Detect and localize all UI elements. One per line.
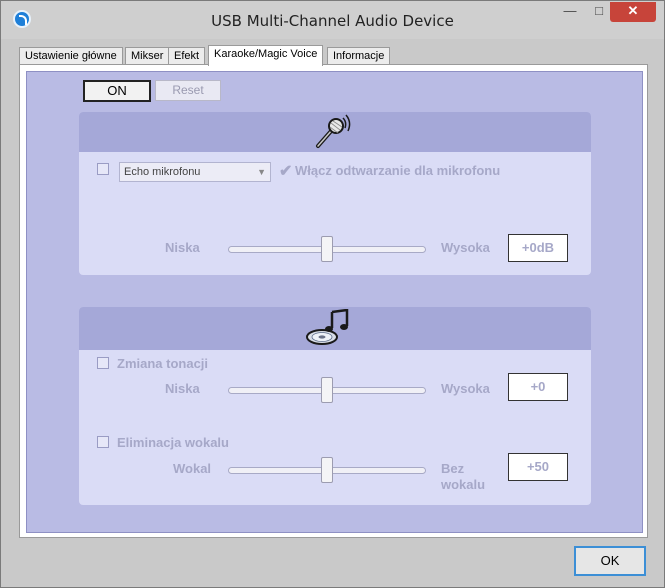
karaoke-content: ON Reset Echo mikrofonu ▼ ✔ Włącz odtwar… (26, 71, 643, 533)
echo-select-value: Echo mikrofonu (124, 166, 201, 178)
title-bar[interactable]: USB Multi-Channel Audio Device — □ ✕ (1, 1, 664, 39)
vocal-slider[interactable] (228, 457, 426, 483)
pitch-value-display: +0 (508, 373, 568, 401)
echo-select[interactable]: Echo mikrofonu ▼ (119, 162, 271, 182)
playback-label: Włącz odtwarzanie dla mikrofonu (295, 163, 501, 178)
mic-slider-low-label: Niska (165, 240, 200, 255)
tab-mikser[interactable]: Mikser (125, 47, 170, 65)
on-button[interactable]: ON (83, 80, 151, 102)
tab-ustawienie-glowne[interactable]: Ustawienie główne (19, 47, 123, 65)
music-panel: Zmiana tonacji Niska Wysoka +0 Eliminacj… (79, 307, 591, 505)
close-button[interactable]: ✕ (610, 2, 656, 22)
mic-level-slider[interactable] (228, 236, 426, 262)
pitch-checkbox[interactable] (97, 357, 109, 369)
vocal-label: Eliminacja wokalu (117, 435, 229, 450)
slider-thumb[interactable] (321, 457, 333, 483)
minimize-button[interactable]: — (556, 2, 584, 22)
checkmark-icon[interactable]: ✔ (279, 161, 292, 181)
pitch-high-label: Wysoka (441, 381, 490, 396)
vocal-low-label: Wokal (173, 461, 212, 476)
pitch-low-label: Niska (165, 381, 200, 396)
app-window: USB Multi-Channel Audio Device — □ ✕ Ust… (0, 0, 665, 588)
slider-thumb[interactable] (321, 236, 333, 262)
maximize-button[interactable]: □ (585, 2, 613, 22)
vocal-high-label-line2: wokalu (441, 477, 486, 492)
music-cd-icon (306, 309, 349, 345)
tab-content-frame: ON Reset Echo mikrofonu ▼ ✔ Włącz odtwar… (19, 64, 648, 538)
music-panel-header (79, 307, 591, 350)
microphone-panel: Echo mikrofonu ▼ ✔ Włącz odtwarzanie dla… (79, 112, 591, 275)
vocal-high-label-line1: Bez (441, 461, 465, 476)
microphone-icon (316, 114, 351, 148)
pitch-slider[interactable] (228, 377, 426, 403)
mic-slider-high-label: Wysoka (441, 240, 490, 255)
pitch-label: Zmiana tonacji (117, 356, 209, 371)
tab-informacje[interactable]: Informacje (327, 47, 391, 65)
tab-efekt[interactable]: Efekt (168, 47, 206, 65)
vocal-checkbox[interactable] (97, 436, 109, 448)
mic-value-display: +0dB (508, 234, 568, 262)
ok-button[interactable]: OK (574, 546, 646, 576)
echo-checkbox[interactable] (97, 163, 109, 175)
vocal-value-display: +50 (508, 453, 568, 481)
reset-button[interactable]: Reset (155, 80, 221, 101)
tab-karaoke-magic-voice[interactable]: Karaoke/Magic Voice (208, 45, 324, 66)
chevron-down-icon: ▼ (257, 167, 266, 177)
slider-thumb[interactable] (321, 377, 333, 403)
microphone-panel-header (79, 112, 591, 152)
